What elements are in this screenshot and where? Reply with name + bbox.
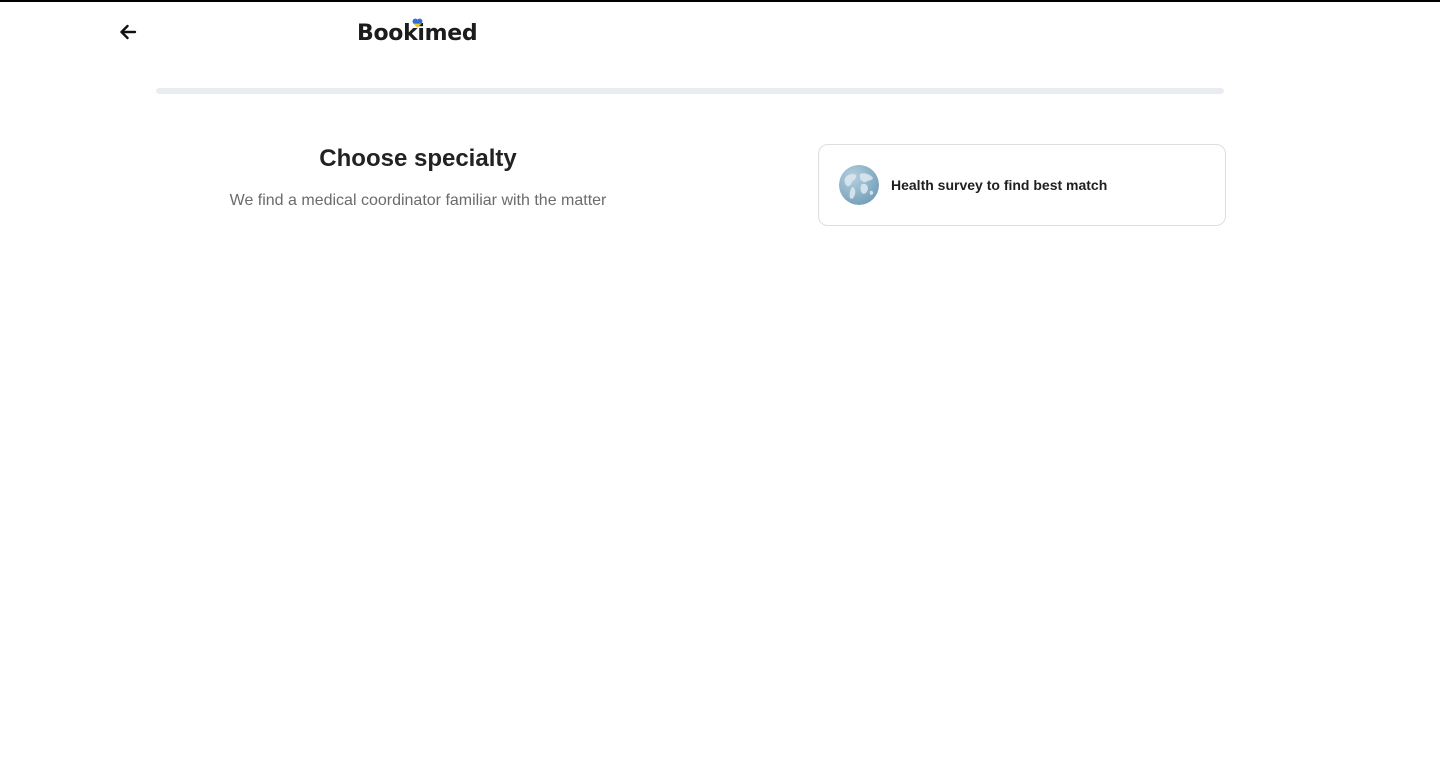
page-title: Choose specialty bbox=[319, 145, 517, 172]
survey-card-label: Health survey to find best match bbox=[891, 177, 1108, 193]
page-subtitle: We find a medical coordinator familiar w… bbox=[229, 192, 607, 209]
arrow-left-icon bbox=[120, 24, 137, 40]
ukraine-heart-icon bbox=[412, 18, 423, 28]
health-survey-card[interactable]: Health survey to find best match bbox=[818, 144, 1226, 226]
globe-icon bbox=[839, 165, 879, 205]
intro-section: Choose specialty We find a medical coord… bbox=[156, 140, 680, 212]
back-button[interactable] bbox=[114, 18, 142, 46]
top-rule bbox=[0, 0, 1440, 2]
progress-bar bbox=[156, 88, 1224, 94]
